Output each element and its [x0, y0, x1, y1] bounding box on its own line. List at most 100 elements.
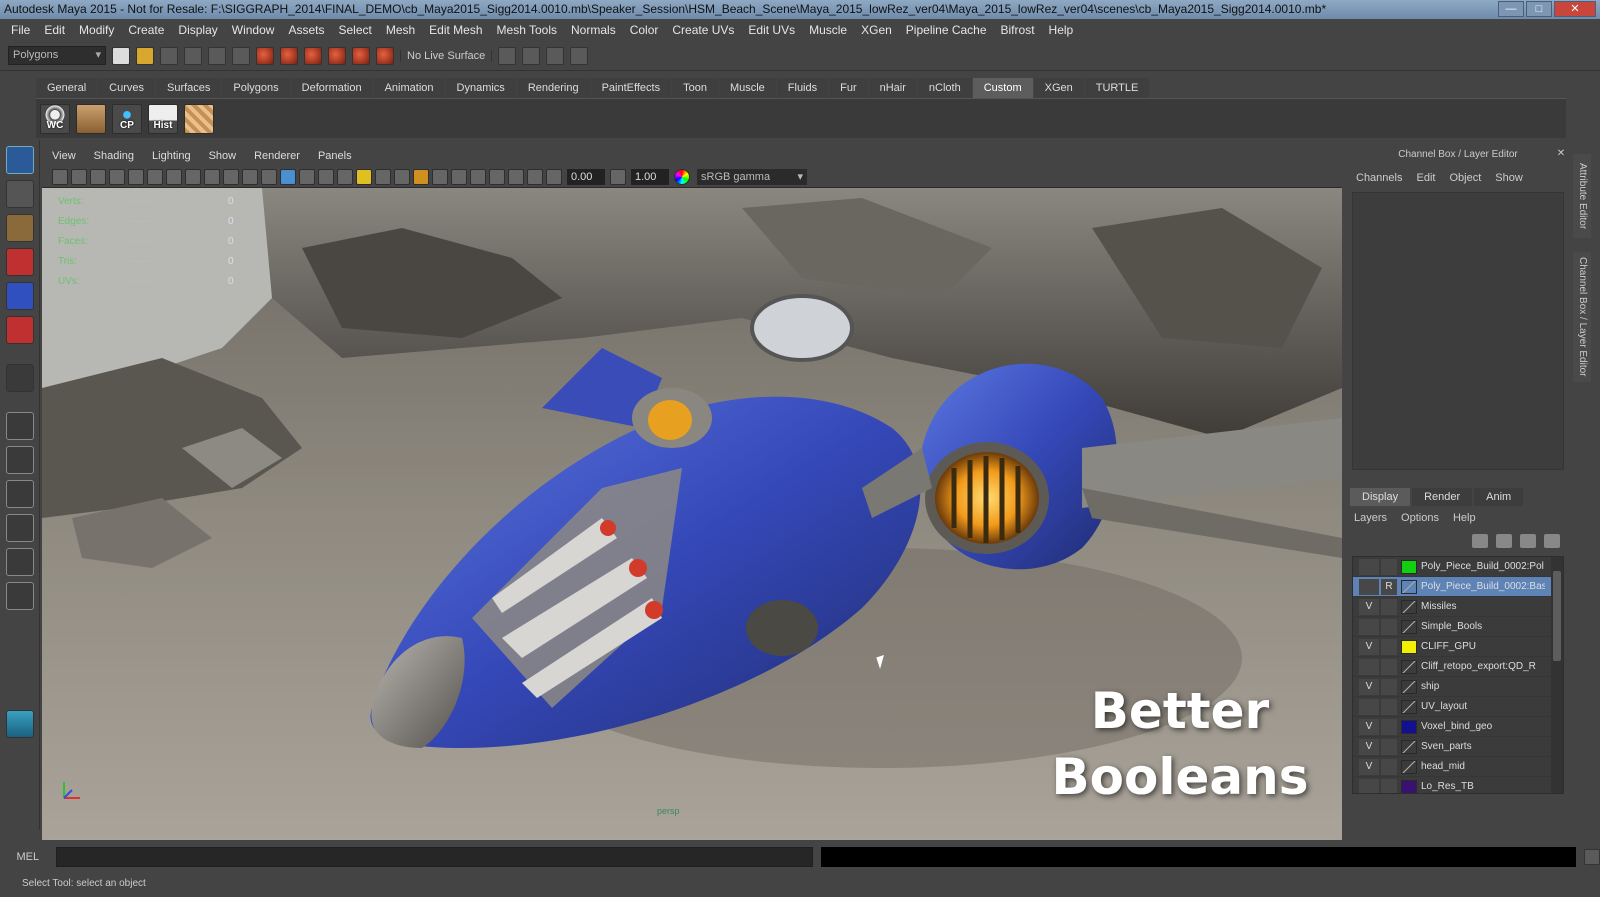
live-surface-field[interactable]: No Live Surface	[400, 49, 493, 62]
select-by-object-icon[interactable]	[208, 46, 226, 65]
last-tool-icon[interactable]	[5, 364, 34, 392]
shelf-tab-custom[interactable]: Custom	[972, 78, 1033, 98]
delete-history-button[interactable]: Hist	[148, 103, 178, 134]
multisample-aa-icon[interactable]	[432, 168, 448, 185]
shelf-tab-xgen[interactable]: XGen	[1033, 78, 1084, 98]
channels-menu[interactable]: Channels	[1356, 172, 1402, 184]
ipr-render-icon[interactable]	[546, 46, 565, 65]
channel-object-menu[interactable]: Object	[1449, 172, 1481, 184]
new-layer-selected-icon[interactable]	[1544, 534, 1560, 548]
gamma-icon[interactable]	[610, 168, 626, 185]
layer-row[interactable]: Poly_Piece_Build_0002:Pol	[1353, 557, 1563, 577]
command-input[interactable]	[55, 847, 813, 867]
channel-show-menu[interactable]: Show	[1495, 172, 1523, 184]
move-layer-down-icon[interactable]	[1496, 534, 1512, 548]
render-current-frame-icon[interactable]	[522, 46, 541, 65]
layer-row[interactable]: UV_layout	[1353, 697, 1563, 717]
color-management-icon[interactable]	[674, 168, 690, 185]
menu-edit-mesh[interactable]: Edit Mesh	[422, 23, 489, 37]
menu-mesh-tools[interactable]: Mesh Tools	[490, 23, 564, 37]
menu-color[interactable]: Color	[623, 23, 666, 37]
safe-action-icon[interactable]	[223, 168, 239, 185]
shelf-tab-painteffects[interactable]: PaintEffects	[590, 78, 672, 98]
render-settings-icon[interactable]	[570, 46, 589, 65]
menu-assets[interactable]: Assets	[281, 23, 331, 37]
layer-row[interactable]: Simple_Bools	[1353, 617, 1563, 637]
shelf-tab-turtle[interactable]: TURTLE	[1084, 78, 1150, 98]
hands-icon[interactable]	[76, 103, 106, 134]
layer-row[interactable]: Vship	[1353, 677, 1563, 697]
menu-edit[interactable]: Edit	[37, 23, 72, 37]
xray-icon[interactable]	[489, 168, 505, 185]
make-live-icon[interactable]	[352, 46, 370, 65]
shelf-tab-toon[interactable]: Toon	[672, 78, 718, 98]
gate-mask-icon[interactable]	[185, 168, 201, 185]
grid-icon[interactable]	[128, 168, 144, 185]
layers-menu[interactable]: Layers	[1354, 512, 1387, 524]
paint-select-tool-icon[interactable]	[5, 214, 34, 242]
layer-row[interactable]: V Missiles	[1353, 597, 1563, 617]
view-transform-dropdown[interactable]: sRGB gamma	[697, 168, 807, 185]
menu-modify[interactable]: Modify	[72, 23, 121, 37]
channel-box-area[interactable]	[1352, 192, 1564, 470]
snap-surface-icon[interactable]	[376, 46, 394, 65]
attribute-editor-tab[interactable]: Attribute Editor	[1573, 154, 1591, 238]
select-by-hierarchy-icon[interactable]	[184, 46, 202, 65]
move-layer-up-icon[interactable]	[1472, 534, 1488, 548]
minimize-button[interactable]: —	[1498, 1, 1524, 17]
layer-row[interactable]: Lo_Res_TB	[1353, 777, 1563, 793]
menu-xgen[interactable]: XGen	[854, 23, 899, 37]
layer-row[interactable]: R Poly_Piece_Build_0002:Bas	[1353, 577, 1563, 597]
scale-tool-icon[interactable]	[5, 316, 34, 344]
persp-hypershade-layout-icon[interactable]	[5, 548, 34, 576]
scroll-thumb[interactable]	[1553, 571, 1561, 661]
menu-normals[interactable]: Normals	[564, 23, 623, 37]
snap-point-icon[interactable]	[304, 46, 322, 65]
shelf-tab-general[interactable]: General	[36, 78, 98, 98]
panel-menu-renderer[interactable]: Renderer	[254, 150, 300, 162]
xray-joints-icon[interactable]	[527, 168, 543, 185]
exposure-icon[interactable]	[546, 168, 562, 185]
layer-row[interactable]: V Sven_parts	[1353, 737, 1563, 757]
single-perspective-layout-icon[interactable]	[5, 412, 34, 440]
panel-menu-lighting[interactable]: Lighting	[152, 150, 191, 162]
shelf-tab-animation[interactable]: Animation	[373, 78, 445, 98]
panel-close-icon[interactable]: ✕	[1556, 149, 1566, 159]
menu-display[interactable]: Display	[171, 23, 224, 37]
new-scene-icon[interactable]	[112, 46, 130, 65]
menu-set-selector[interactable]: Polygons	[8, 46, 106, 65]
screen-space-ao-icon[interactable]	[394, 168, 410, 185]
select-tool-icon[interactable]	[5, 146, 34, 174]
snap-grid-icon[interactable]	[256, 46, 274, 65]
resolution-gate-icon[interactable]	[166, 168, 182, 185]
perspective-viewport[interactable]: View Shading Lighting Show Renderer Pane…	[42, 146, 1342, 840]
menu-mesh[interactable]: Mesh	[379, 23, 422, 37]
shelf-tab-deformation[interactable]: Deformation	[290, 78, 373, 98]
shelf-tab-dynamics[interactable]: Dynamics	[445, 78, 516, 98]
persp-outliner-layout-icon[interactable]	[5, 480, 34, 508]
channel-box-tab[interactable]: Channel Box / Layer Editor	[1573, 252, 1591, 382]
menu-window[interactable]: Window	[225, 23, 282, 37]
layer-list-scrollbar[interactable]	[1551, 557, 1563, 793]
panel-menu-panels[interactable]: Panels	[318, 150, 352, 162]
layer-row[interactable]: V Voxel_bind_geo	[1353, 717, 1563, 737]
shadows-icon[interactable]	[375, 168, 391, 185]
shelf-tab-ncloth[interactable]: nCloth	[917, 78, 972, 98]
field-chart-icon[interactable]	[204, 168, 220, 185]
close-button[interactable]: ✕	[1554, 1, 1596, 17]
shelf-tab-fur[interactable]: Fur	[829, 78, 868, 98]
persp-graph-outliner-layout-icon[interactable]	[5, 582, 34, 610]
layer-tab-render[interactable]: Render	[1412, 488, 1473, 506]
layer-tab-anim[interactable]: Anim	[1474, 488, 1524, 506]
shelf-tab-curves[interactable]: Curves	[98, 78, 155, 98]
depth-of-field-icon[interactable]	[451, 168, 467, 185]
menu-edit-uvs[interactable]: Edit UVs	[741, 23, 802, 37]
menu-help[interactable]: Help	[1042, 23, 1081, 37]
panel-menu-show[interactable]: Show	[209, 150, 237, 162]
layer-tab-display[interactable]: Display	[1350, 488, 1411, 506]
shelf-tab-nhair[interactable]: nHair	[868, 78, 917, 98]
uv-map-icon[interactable]	[184, 103, 214, 134]
shelf-tab-surfaces[interactable]: Surfaces	[155, 78, 222, 98]
shelf-tab-polygons[interactable]: Polygons	[222, 78, 290, 98]
render-view-icon[interactable]	[498, 46, 517, 65]
